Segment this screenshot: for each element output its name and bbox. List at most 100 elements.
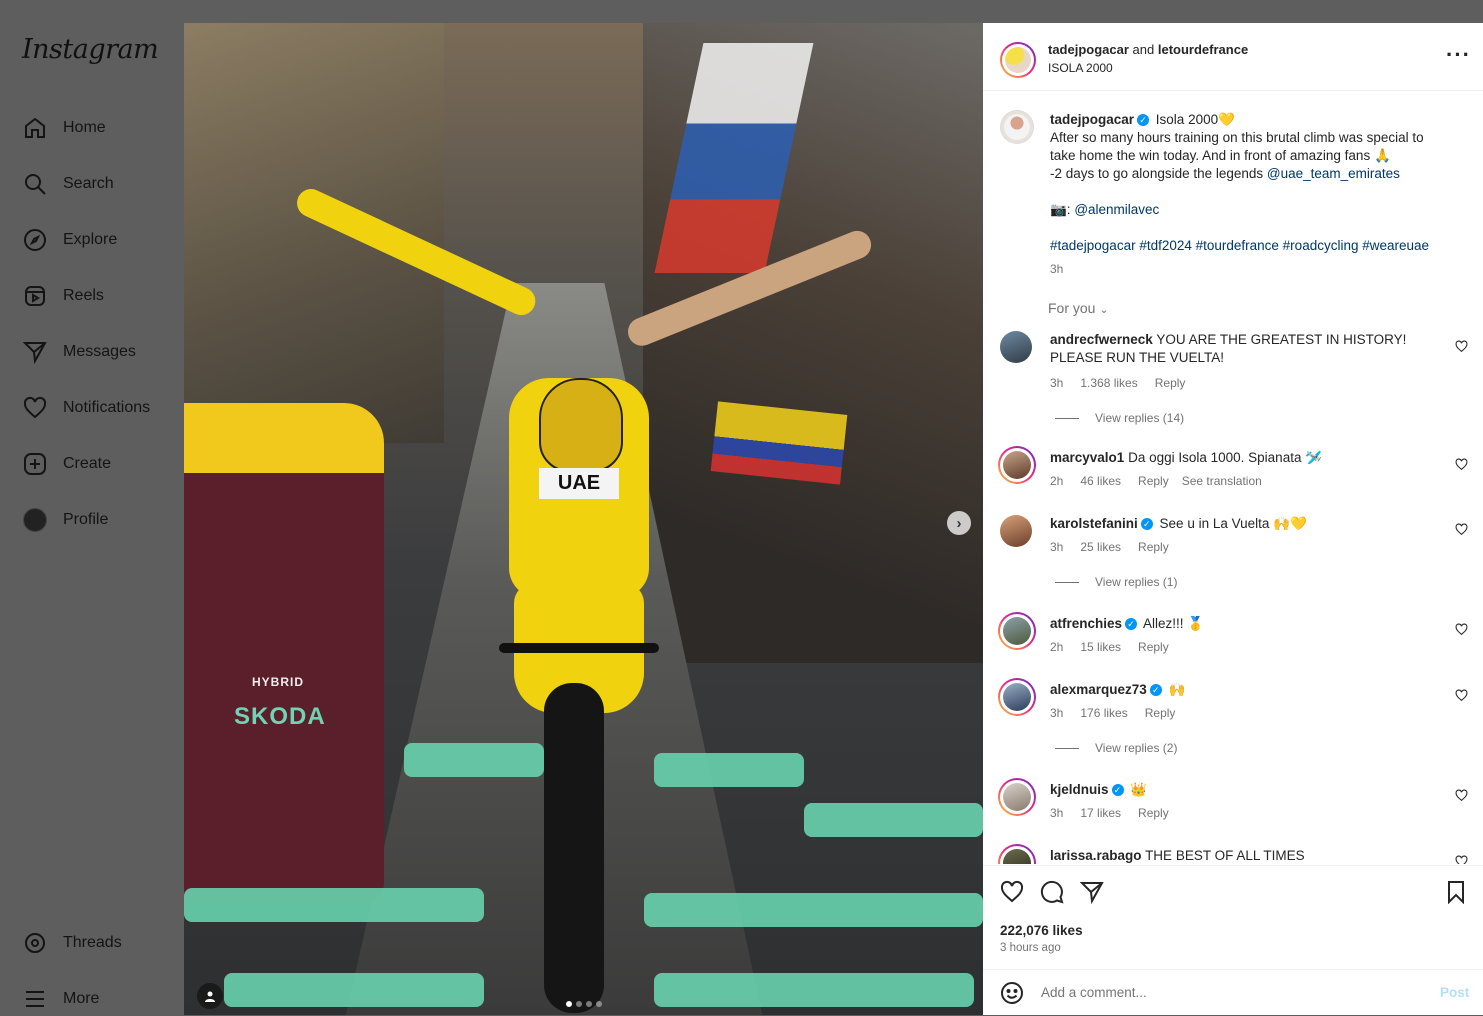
heart-icon	[22, 395, 48, 421]
sidebar-item-threads[interactable]: Threads	[22, 927, 122, 959]
commenter-username[interactable]: alexmarquez73	[1050, 682, 1147, 697]
next-image-button[interactable]: ›	[947, 511, 971, 535]
caption-avatar[interactable]	[1000, 110, 1034, 144]
post-image[interactable]: HYBRID SKODA UAE	[184, 23, 983, 1015]
author-username[interactable]: tadejpogacar	[1048, 42, 1129, 57]
verified-icon: ✓	[1137, 114, 1150, 127]
sidebar-item-create[interactable]: Create	[22, 448, 111, 480]
comment-button[interactable]	[1040, 880, 1066, 906]
sidebar-item-messages[interactable]: Messages	[22, 336, 136, 368]
reply-button[interactable]: Reply	[1145, 706, 1176, 720]
caption-line: -2 days to go alongside the legends	[1050, 166, 1267, 181]
comment-likes[interactable]: 15 likes	[1080, 640, 1121, 654]
overlay-top-strip	[184, 0, 1483, 23]
sidebar-item-label: More	[63, 990, 100, 1007]
reply-button[interactable]: Reply	[1138, 806, 1169, 820]
like-comment-button[interactable]	[1455, 689, 1469, 703]
verified-icon: ✓	[1125, 618, 1138, 631]
caption-username[interactable]: tadejpogacar	[1050, 112, 1134, 127]
commenter-username[interactable]: karolstefanini	[1050, 516, 1138, 531]
sidebar-item-home[interactable]: Home	[22, 112, 106, 144]
reply-button[interactable]: Reply	[1155, 376, 1186, 390]
sidebar-item-explore[interactable]: Explore	[22, 224, 117, 256]
comments-scroll[interactable]: tadejpogacar ✓ Isola 2000💛 After so many …	[983, 91, 1483, 864]
view-replies-button[interactable]: View replies (14)	[1055, 411, 1184, 425]
post-location[interactable]: ISOLA 2000	[1048, 61, 1113, 75]
commenter-avatar[interactable]	[998, 446, 1036, 484]
divider	[1055, 581, 1079, 583]
sidebar-item-search[interactable]: Search	[22, 168, 114, 200]
carousel-dot	[566, 1001, 572, 1007]
post-panel: tadejpogacar and letourdefrance ISOLA 20…	[983, 23, 1483, 1015]
view-replies-button[interactable]: View replies (2)	[1055, 741, 1177, 755]
likes-count[interactable]: 222,076 likes	[1000, 923, 1083, 938]
like-comment-button[interactable]	[1455, 458, 1469, 472]
comment-text: kjeldnuis ✓ 👑	[1050, 781, 1440, 799]
comment-time: 3h	[1050, 540, 1064, 554]
carousel-dot	[586, 1001, 592, 1007]
reply-button[interactable]: Reply	[1138, 640, 1169, 654]
sidebar-item-more[interactable]: More	[22, 983, 99, 1015]
comment-input[interactable]	[1039, 984, 1403, 1001]
sidebar-item-label: Search	[63, 175, 114, 192]
smiley-icon	[1001, 982, 1023, 1004]
hashtags[interactable]: #tadejpogacar #tdf2024 #tourdefrance #ro…	[1050, 238, 1429, 253]
commenter-avatar[interactable]	[998, 612, 1036, 650]
see-translation-button[interactable]: See translation	[1182, 474, 1262, 488]
commenter-username[interactable]: marcyvalo1	[1050, 450, 1124, 465]
post-comment-button[interactable]: Post	[1440, 985, 1469, 1000]
comment-body: THE BEST OF ALL TIMES	[1145, 848, 1305, 863]
comment-time: 3h	[1050, 706, 1064, 720]
commenter-username[interactable]: atfrenchies	[1050, 616, 1122, 631]
comment-likes[interactable]: 25 likes	[1080, 540, 1121, 554]
emoji-button[interactable]	[1000, 981, 1024, 1005]
mention-link[interactable]: @alenmilavec	[1074, 202, 1159, 217]
comment-likes[interactable]: 1.368 likes	[1080, 376, 1137, 390]
tagged-users-button[interactable]	[197, 983, 223, 1009]
author-avatar[interactable]	[1000, 42, 1036, 78]
commenter-avatar[interactable]	[1000, 331, 1032, 363]
reply-button[interactable]: Reply	[1138, 474, 1169, 488]
commenter-avatar[interactable]	[998, 844, 1036, 864]
commenter-avatar[interactable]	[998, 778, 1036, 816]
sidebar-item-reels[interactable]: Reels	[22, 280, 104, 312]
comment-time: 2h	[1050, 474, 1064, 488]
save-button[interactable]	[1444, 880, 1470, 906]
like-comment-button[interactable]	[1455, 789, 1469, 803]
comment-likes[interactable]: 17 likes	[1080, 806, 1121, 820]
search-icon	[22, 171, 48, 197]
like-comment-button[interactable]	[1455, 523, 1469, 537]
commenter-username[interactable]: andrecfwerneck	[1050, 332, 1153, 347]
instagram-logo[interactable]: Instagram	[22, 34, 159, 65]
bike-handlebars	[499, 643, 659, 653]
like-comment-button[interactable]	[1455, 855, 1469, 864]
collab-username[interactable]: letourdefrance	[1158, 42, 1248, 57]
commenter-username[interactable]: larissa.rabago	[1050, 848, 1142, 863]
verified-icon: ✓	[1111, 784, 1124, 797]
commenter-username[interactable]: kjeldnuis	[1050, 782, 1109, 797]
comment-likes[interactable]: 46 likes	[1080, 474, 1121, 488]
post-actions: 222,076 likes 3 hours ago	[983, 865, 1483, 970]
commenter-avatar[interactable]	[1000, 515, 1032, 547]
view-replies-button[interactable]: View replies (1)	[1055, 575, 1177, 589]
sidebar-item-profile[interactable]: Profile	[22, 504, 108, 536]
send-icon	[22, 339, 48, 365]
like-comment-button[interactable]	[1455, 340, 1469, 354]
post-authors: tadejpogacar and letourdefrance	[1048, 42, 1248, 57]
like-button[interactable]	[1000, 880, 1026, 906]
mention-link[interactable]: @uae_team_emirates	[1267, 166, 1400, 181]
carousel-dots	[566, 1001, 602, 1007]
comment-likes[interactable]: 176 likes	[1080, 706, 1127, 720]
share-button[interactable]	[1079, 880, 1106, 906]
reply-button[interactable]: Reply	[1138, 540, 1169, 554]
sidebar-item-notifications[interactable]: Notifications	[22, 392, 150, 424]
road-marking	[224, 973, 484, 1007]
compass-icon	[22, 227, 48, 253]
team-car	[184, 403, 384, 903]
commenter-avatar[interactable]	[998, 678, 1036, 716]
like-comment-button[interactable]	[1455, 623, 1469, 637]
comment-sort-dropdown[interactable]: For you ⌄	[1048, 300, 1109, 316]
more-options-button[interactable]: ···	[1446, 44, 1471, 66]
chevron-right-icon: ›	[956, 514, 962, 532]
road-marking	[654, 973, 974, 1007]
